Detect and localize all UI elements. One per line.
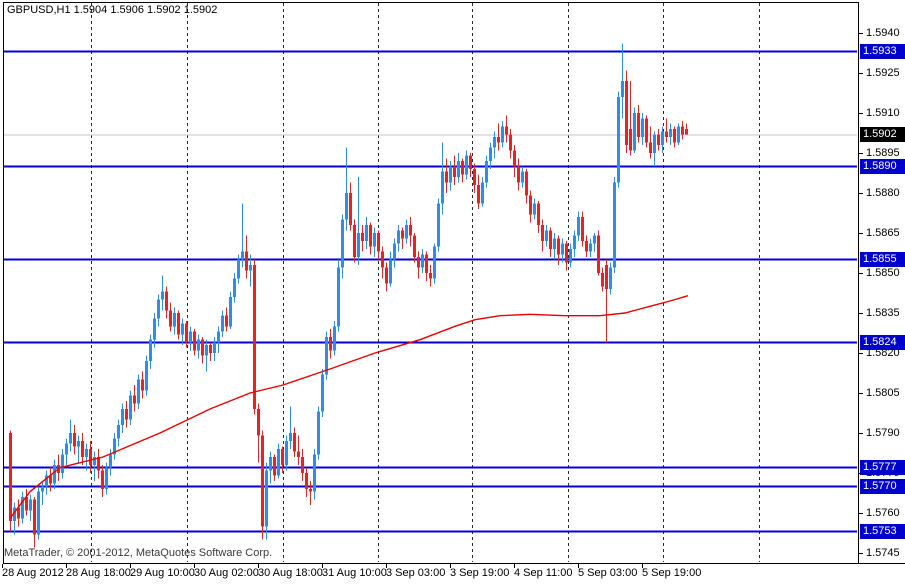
time-tick-label: 3 Sep 03:00 xyxy=(386,566,445,580)
chart-title: GBPUSD,H1 1.5904 1.5906 1.5902 1.5902 xyxy=(7,4,217,16)
time-tick-label: 29 Aug 10:00 xyxy=(130,566,195,580)
time-tick-label: 28 Aug 2012 xyxy=(2,566,64,580)
current-price-label: 1.5902 xyxy=(860,127,905,142)
price-tick-label: 1.5895 xyxy=(866,146,900,160)
price-tick-label: 1.5850 xyxy=(866,266,900,280)
price-tick-label: 1.5745 xyxy=(866,546,900,560)
time-tick-label: 4 Sep 11:00 xyxy=(514,566,573,580)
mt4-chart-window: GBPUSD,H1 1.5904 1.5906 1.5902 1.5902 Me… xyxy=(0,0,905,587)
level-price-label: 1.5770 xyxy=(860,479,905,494)
price-tick-label: 1.5925 xyxy=(866,66,900,80)
time-tick-label: 5 Sep 03:00 xyxy=(578,566,637,580)
price-tick-label: 1.5910 xyxy=(866,106,900,120)
level-price-label: 1.5933 xyxy=(860,44,905,59)
price-tick-label: 1.5790 xyxy=(866,426,900,440)
price-tick-label: 1.5835 xyxy=(866,306,900,320)
price-tick-label: 1.5865 xyxy=(866,226,900,240)
price-tick-label: 1.5760 xyxy=(866,506,900,520)
level-price-label: 1.5855 xyxy=(860,252,905,267)
price-tick-label: 1.5880 xyxy=(866,186,900,200)
chart-plot-area[interactable] xyxy=(3,2,858,563)
time-tick-label: 28 Aug 18:00 xyxy=(66,566,131,580)
copyright-text: MetaTrader, © 2001-2012, MetaQuotes Soft… xyxy=(4,547,272,559)
time-tick-label: 5 Sep 19:00 xyxy=(642,566,701,580)
level-price-label: 1.5890 xyxy=(860,159,905,174)
time-tick-label: 3 Sep 19:00 xyxy=(450,566,509,580)
time-tick-label: 30 Aug 18:00 xyxy=(258,566,323,580)
level-price-label: 1.5753 xyxy=(860,524,905,539)
time-tick-label: 31 Aug 10:00 xyxy=(322,566,387,580)
price-tick-label: 1.5805 xyxy=(866,386,900,400)
level-price-label: 1.5777 xyxy=(860,460,905,475)
chart-canvas xyxy=(0,0,905,587)
time-tick-label: 30 Aug 02:00 xyxy=(194,566,259,580)
level-price-label: 1.5824 xyxy=(860,335,905,350)
price-tick-label: 1.5940 xyxy=(866,26,900,40)
